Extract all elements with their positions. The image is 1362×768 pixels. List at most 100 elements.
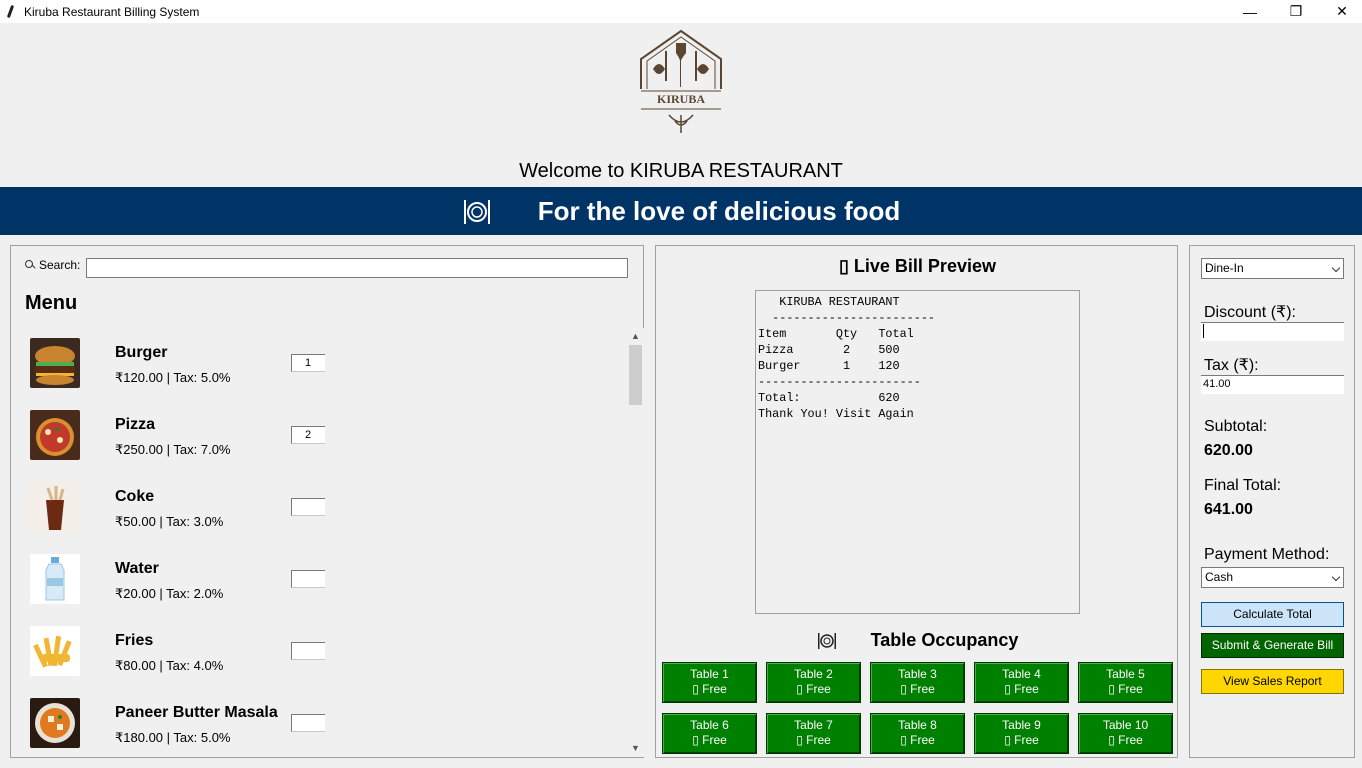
water-bottle-icon: [30, 554, 80, 604]
table-button-4[interactable]: Table 4 ▯ Free: [974, 662, 1069, 703]
title-bar: Kiruba Restaurant Billing System: [0, 0, 1362, 23]
scroll-down-icon[interactable]: ▼: [627, 740, 644, 757]
table-button-2[interactable]: Table 2 ▯ Free: [766, 662, 861, 703]
chevron-down-icon: [1331, 572, 1341, 582]
bill-panel: ▯ Live Bill Preview KIRUBA RESTAURANT --…: [655, 245, 1178, 758]
item-name: Pizza: [115, 416, 156, 433]
table-name: Table 6: [690, 718, 729, 732]
item-price: ₹120.00 | Tax: 5.0%: [115, 370, 231, 385]
scroll-up-icon[interactable]: ▲: [627, 328, 644, 345]
quantity-input[interactable]: [291, 642, 325, 660]
table-name: Table 1: [690, 667, 729, 681]
table-name: Table 7: [794, 718, 833, 732]
table-name: Table 4: [1002, 667, 1041, 681]
table-status: ▯ Free: [1108, 682, 1143, 696]
pizza-icon: [30, 410, 80, 460]
table-button-9[interactable]: Table 9 ▯ Free: [974, 713, 1069, 754]
quantity-input[interactable]: 1: [291, 354, 325, 372]
payment-method-label: Payment Method:: [1204, 546, 1330, 563]
menu-item-fries: Fries ₹80.00 | Tax: 4.0%: [29, 616, 627, 676]
payment-method-value: Cash: [1205, 570, 1234, 584]
plate-cutlery-icon: [817, 633, 836, 649]
occupancy-header: Table Occupancy: [656, 626, 1179, 654]
view-sales-report-button[interactable]: View Sales Report: [1201, 669, 1344, 694]
slogan-text: For the love of delicious food: [537, 195, 901, 226]
quantity-input[interactable]: [291, 570, 325, 588]
menu-item-burger: Burger ₹120.00 | Tax: 5.0% 1: [29, 328, 627, 388]
menu-list: Burger ₹120.00 | Tax: 5.0% 1 Pizza ₹250.…: [11, 328, 627, 756]
fries-icon: [30, 626, 80, 676]
maximize-button[interactable]: ❐: [1273, 0, 1319, 23]
menu-item-coke: Coke ₹50.00 | Tax: 3.0%: [29, 472, 627, 532]
item-name: Burger: [115, 344, 168, 361]
table-button-8[interactable]: Table 8 ▯ Free: [870, 713, 965, 754]
bill-preview-box: KIRUBA RESTAURANT ----------------------…: [755, 290, 1080, 614]
item-price: ₹80.00 | Tax: 4.0%: [115, 658, 224, 673]
submit-generate-bill-button[interactable]: Submit & Generate Bill: [1201, 633, 1344, 658]
menu-heading: Menu: [25, 292, 78, 314]
welcome-text: Welcome to KIRUBA RESTAURANT: [519, 160, 843, 182]
table-status: ▯ Free: [692, 682, 727, 696]
table-button-3[interactable]: Table 3 ▯ Free: [870, 662, 965, 703]
slogan-banner: For the love of delicious food: [0, 187, 1362, 235]
table-button-1[interactable]: Table 1 ▯ Free: [662, 662, 757, 703]
plate-cutlery-icon: [463, 200, 490, 224]
tax-input[interactable]: 41.00: [1201, 375, 1344, 394]
order-type-select[interactable]: Dine-In: [1201, 258, 1344, 279]
close-button[interactable]: ✕: [1319, 0, 1362, 23]
table-status: ▯ Free: [900, 733, 935, 747]
feather-icon: [6, 5, 16, 19]
search-label: Search:: [39, 258, 81, 272]
item-name: Paneer Butter Masala: [115, 704, 278, 721]
minimize-button[interactable]: —: [1227, 0, 1273, 23]
table-button-6[interactable]: Table 6 ▯ Free: [662, 713, 757, 754]
search-icon: [25, 259, 37, 271]
item-name: Fries: [115, 632, 154, 649]
menu-item-water: Water ₹20.00 | Tax: 2.0%: [29, 544, 627, 604]
search-input[interactable]: [86, 258, 628, 278]
calculate-total-button[interactable]: Calculate Total: [1201, 602, 1344, 627]
table-name: Table 8: [898, 718, 937, 732]
bill-preview-text: KIRUBA RESTAURANT ----------------------…: [758, 295, 935, 421]
subtotal-label: Subtotal:: [1204, 418, 1268, 435]
discount-input[interactable]: [1201, 322, 1344, 341]
table-button-10[interactable]: Table 10 ▯ Free: [1078, 713, 1173, 754]
tax-label: Tax (₹):: [1204, 357, 1259, 374]
table-status: ▯ Free: [796, 733, 831, 747]
search-row: Search:: [25, 258, 80, 272]
bottom-strip: [0, 763, 1362, 768]
quantity-input[interactable]: 2: [291, 426, 325, 444]
occupancy-title: Table Occupancy: [870, 629, 1019, 650]
burger-icon: [30, 338, 80, 388]
item-price: ₹180.00 | Tax: 5.0%: [115, 730, 231, 745]
payment-method-select[interactable]: Cash: [1201, 567, 1344, 588]
discount-label: Discount (₹):: [1204, 304, 1296, 321]
scroll-thumb[interactable]: [629, 345, 642, 405]
quantity-input[interactable]: [291, 498, 325, 516]
table-status: ▯ Free: [1004, 733, 1039, 747]
text-caret: [1203, 324, 1204, 339]
logo-area: KIRUBA: [0, 23, 1362, 163]
table-status: ▯ Free: [900, 682, 935, 696]
bill-preview-heading: ▯ Live Bill Preview: [839, 256, 996, 276]
subtotal-value: 620.00: [1204, 442, 1253, 459]
table-status: ▯ Free: [1108, 733, 1143, 747]
item-price: ₹20.00 | Tax: 2.0%: [115, 586, 224, 601]
item-name: Water: [115, 560, 159, 577]
chevron-down-icon: [1331, 263, 1341, 273]
quantity-input[interactable]: [291, 714, 325, 732]
window-title: Kiruba Restaurant Billing System: [24, 4, 200, 19]
final-total-label: Final Total:: [1204, 477, 1282, 494]
curry-bowl-icon: [30, 698, 80, 748]
item-price: ₹50.00 | Tax: 3.0%: [115, 514, 224, 529]
logo-text: KIRUBA: [657, 92, 705, 106]
menu-scrollbar[interactable]: ▲ ▼: [627, 328, 644, 757]
table-status: ▯ Free: [1004, 682, 1039, 696]
menu-panel: Search: Menu Burger ₹120.00 | Tax: 5.0% …: [10, 245, 644, 758]
menu-item-pizza: Pizza ₹250.00 | Tax: 7.0% 2: [29, 400, 627, 460]
checkout-panel: Dine-In Discount (₹): Tax (₹): 41.00 Sub…: [1189, 245, 1355, 758]
table-status: ▯ Free: [796, 682, 831, 696]
table-name: Table 10: [1102, 718, 1149, 732]
table-button-7[interactable]: Table 7 ▯ Free: [766, 713, 861, 754]
table-button-5[interactable]: Table 5 ▯ Free: [1078, 662, 1173, 703]
